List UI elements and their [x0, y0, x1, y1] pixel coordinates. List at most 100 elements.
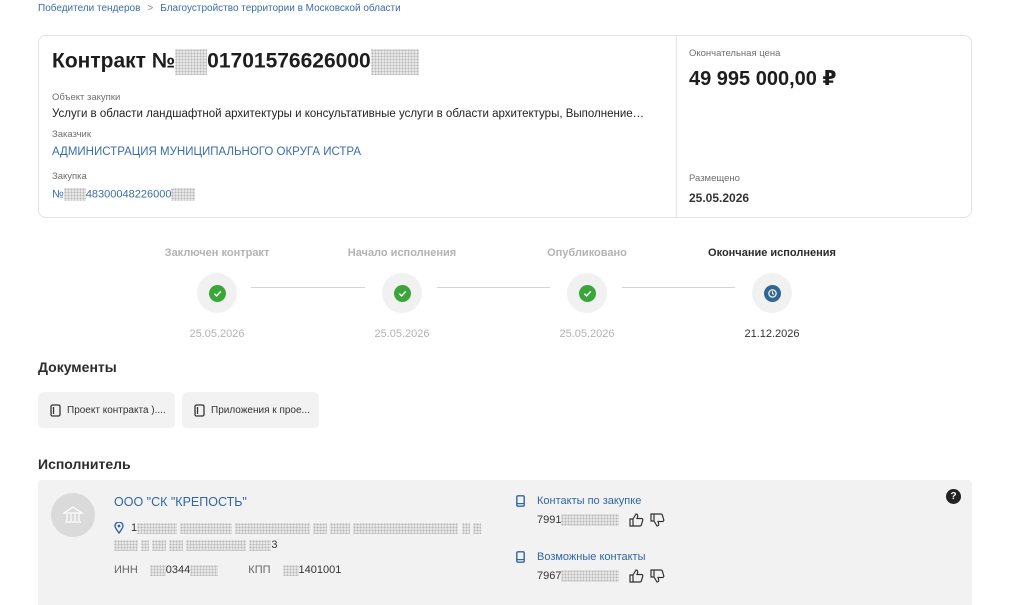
customer-label: Заказчик [52, 129, 92, 140]
step-circle [752, 273, 792, 313]
object-value: Услуги в области ландшафтной архитектуры… [52, 108, 645, 120]
redacted-block [180, 522, 233, 534]
company-name-link[interactable]: ООО "СК "КРЕПОСТЬ" [114, 495, 247, 509]
contacts-possible-link[interactable]: Возможные контакты [516, 551, 665, 563]
step-label: Опубликовано [547, 247, 627, 259]
phone-icon [516, 551, 525, 563]
step-label: Заключен контракт [164, 247, 270, 259]
contacts-possible-title: Возможные контакты [537, 551, 646, 563]
inn-value: 0344 [165, 564, 191, 576]
redacted-block [313, 522, 328, 534]
thumb-up-icon[interactable] [629, 513, 644, 527]
purchase-link[interactable]: № 48300048226000 [52, 188, 196, 201]
redacted-block [114, 539, 138, 551]
object-label: Объект закупки [52, 92, 121, 103]
executor-card: ООО "СК "КРЕПОСТЬ" 1 3 ИНН 0344 КПП 1401001… [38, 480, 972, 605]
redacted-block [235, 522, 311, 534]
contacts-purchase: Контакты по закупке 7991 [516, 495, 665, 527]
redacted-block [282, 564, 299, 576]
address-end: 3 [271, 539, 278, 551]
step-label: Окончание исполнения [708, 247, 836, 259]
document-chip[interactable]: Приложения к прое... [182, 392, 319, 428]
executor-heading: Исполнитель [38, 456, 131, 472]
step-circle [567, 273, 607, 313]
timeline-step-contract-concluded: Заключен контракт 25.05.2026 [132, 247, 302, 340]
thumb-down-icon[interactable] [650, 569, 665, 583]
contacts-possible: Возможные контакты 7967 [516, 551, 665, 583]
redacted-block [353, 522, 459, 534]
redacted-block [249, 539, 272, 551]
inn-label: ИНН [114, 564, 138, 576]
step-date: 25.05.2026 [374, 328, 430, 340]
phone-number: 7967 [537, 569, 665, 583]
kpp-label: КПП [248, 564, 271, 576]
breadcrumb: Победители тендеров > Благоустройство терр… [38, 3, 401, 14]
final-price-label: Окончательная цена [689, 48, 781, 59]
thumb-up-icon[interactable] [629, 569, 644, 583]
redacted-block [370, 49, 419, 75]
purchase-number: 48300048226000 [85, 188, 172, 201]
breadcrumb-separator: > [147, 3, 154, 14]
breadcrumb-link-winners[interactable]: Победители тендеров [38, 3, 140, 14]
redacted-block [63, 188, 86, 201]
redacted-block [186, 539, 247, 551]
step-date: 25.05.2026 [559, 328, 615, 340]
contract-info: Контракт № 01701576626000 Объект закупки … [39, 36, 677, 217]
kpp-value: 1401001 [298, 564, 342, 576]
published-label: Размещено [689, 173, 740, 184]
purchase-label: Закупка [52, 171, 87, 182]
timeline-step-execution-start: Начало исполнения 25.05.2026 [317, 247, 487, 340]
purchase-prefix: № [52, 188, 64, 201]
documents-heading: Документы [38, 359, 117, 375]
timeline-step-published: Опубликовано 25.05.2026 [502, 247, 672, 340]
redacted-block [171, 188, 196, 201]
phone-number: 7991 [537, 513, 665, 527]
step-circle [197, 273, 237, 313]
help-icon[interactable]: ? [946, 489, 961, 504]
redacted-block [461, 522, 470, 534]
document-name: Проект контракта ).... [67, 404, 166, 416]
phone-icon [516, 495, 525, 507]
redacted-block [330, 522, 351, 534]
timeline-step-execution-end: Окончание исполнения 21.12.2026 [687, 247, 857, 340]
redacted-block [190, 564, 219, 576]
phone-visible: 7967 [537, 570, 562, 582]
customer-link[interactable]: АДМИНИСТРАЦИЯ МУНИЦИПАЛЬНОГО ОКРУГА ИСТР… [52, 146, 361, 158]
company-requisites: ИНН 0344 КПП 1401001 [114, 564, 341, 576]
building-icon [51, 493, 95, 537]
redacted-block [149, 564, 166, 576]
thumb-down-icon[interactable] [650, 513, 665, 527]
step-label: Начало исполнения [347, 247, 457, 259]
redacted-block [472, 522, 481, 534]
redacted-block [169, 539, 184, 551]
document-name: Приложения к прое... [211, 404, 310, 416]
contract-title: Контракт № 01701576626000 [52, 49, 419, 75]
step-date: 21.12.2026 [744, 328, 800, 340]
redacted-block [175, 49, 208, 75]
check-icon [393, 284, 411, 302]
status-timeline: Заключен контракт 25.05.2026 Начало испо… [0, 240, 1024, 340]
redacted-block [152, 539, 167, 551]
contract-number: 01701576626000 [207, 49, 371, 73]
step-circle [382, 273, 422, 313]
contract-card: Контракт № 01701576626000 Объект закупки … [38, 35, 972, 218]
contract-title-prefix: Контракт № [52, 49, 176, 73]
document-chip[interactable]: Проект контракта ).... [38, 392, 175, 428]
document-icon [194, 403, 205, 417]
redacted-block [561, 570, 620, 582]
contacts-purchase-link[interactable]: Контакты по закупке [516, 495, 665, 507]
redacted-block [561, 514, 620, 526]
company-address: 1 3 [114, 520, 481, 554]
breadcrumb-link-category[interactable]: Благоустройство территории в Московской … [160, 3, 400, 14]
location-pin-icon [114, 521, 124, 535]
final-price-value: 49 995 000,00 ₽ [689, 68, 837, 90]
published-date: 25.05.2026 [689, 191, 750, 205]
redacted-block [137, 522, 178, 534]
document-icon [50, 403, 61, 417]
step-date: 25.05.2026 [189, 328, 245, 340]
contacts-purchase-title: Контакты по закупке [537, 495, 642, 507]
redacted-block [141, 539, 150, 551]
check-icon [208, 284, 226, 302]
check-icon [578, 284, 596, 302]
phone-visible: 7991 [537, 514, 562, 526]
